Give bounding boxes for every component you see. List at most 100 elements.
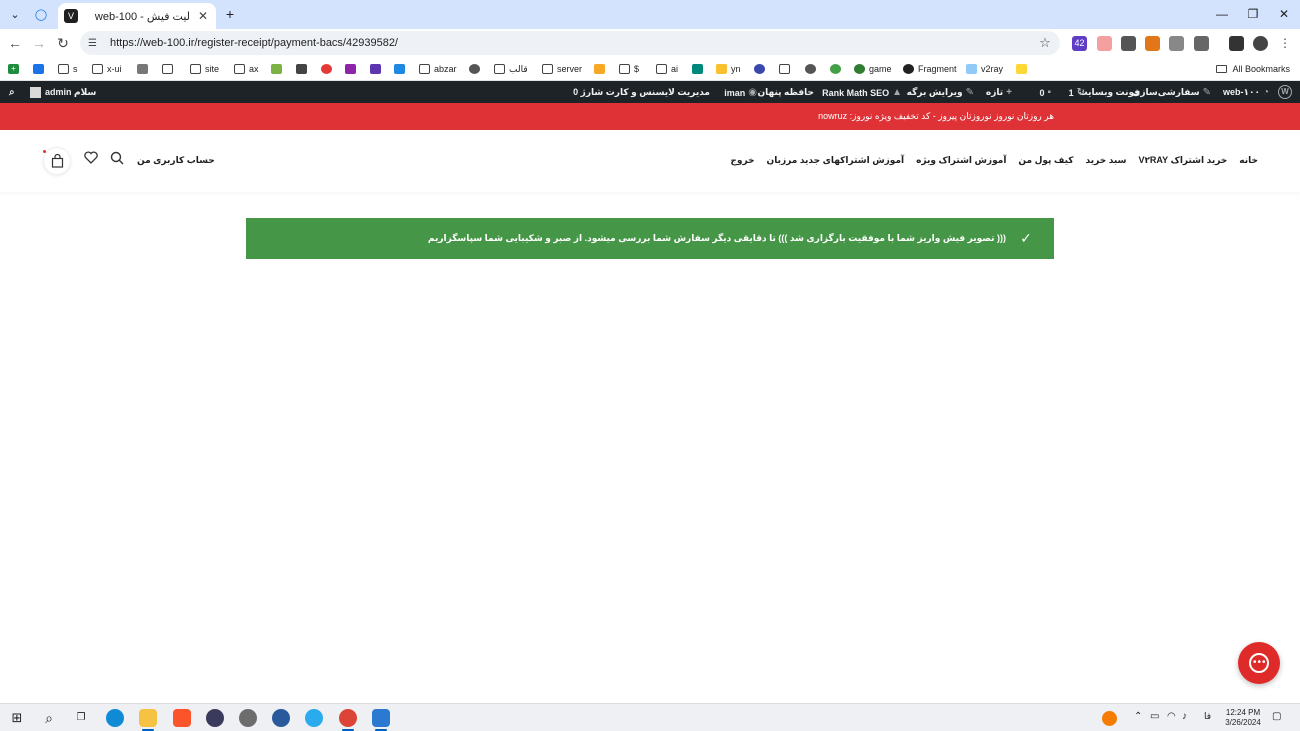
my-account-link[interactable]: حساب کاربری من [137, 155, 215, 166]
minimize-icon[interactable]: — [1212, 5, 1232, 23]
address-bar[interactable]: ☰ https://web-100.ir/register-receipt/pa… [80, 31, 1060, 55]
bookmark-pin-icon[interactable] [33, 62, 48, 76]
search-icon[interactable] [108, 151, 126, 169]
admin-site-name[interactable]: ◔ web-۱۰۰ [1223, 86, 1272, 99]
profile-avatar-icon[interactable] [1253, 36, 1268, 51]
cart-button[interactable] [43, 147, 71, 175]
bookmark-folder-xui[interactable]: x-ui [92, 62, 122, 76]
edge-icon[interactable] [106, 709, 124, 727]
bookmark-folder-abzar[interactable]: abzar [419, 62, 457, 76]
menu-dots-icon[interactable]: ⋮ [1276, 34, 1294, 52]
tray-volume-icon[interactable]: ♪ [1182, 711, 1187, 722]
bookmark-teal-icon[interactable] [692, 62, 707, 76]
bookmark-folder-s[interactable]: s [58, 62, 78, 76]
bookmark-folder-empty[interactable] [162, 62, 177, 76]
nav-home[interactable]: خانه [1239, 155, 1258, 166]
extension-badge-icon[interactable]: 42 [1072, 36, 1087, 51]
bookmark-fragment[interactable]: Fragment [903, 62, 957, 76]
admin-cache[interactable]: حافظه پنهان [757, 86, 814, 99]
nav-wallet[interactable]: کیف پول من [1018, 155, 1073, 166]
bookmark-yn[interactable]: yn [716, 62, 741, 76]
extension-notes-icon[interactable] [1097, 36, 1112, 51]
admin-updates[interactable]: ↻ 1 [1069, 86, 1088, 99]
bookmark-v2ray[interactable]: v2ray [966, 62, 1003, 76]
tray-wifi-icon[interactable]: ◠ [1167, 711, 1176, 722]
bookmark-folder-site[interactable]: site [190, 62, 219, 76]
extensions-puzzle-icon[interactable] [1194, 36, 1209, 51]
forward-arrow-icon[interactable]: → [30, 34, 48, 52]
admin-license[interactable]: مدیریت لایسنس و کارت شارژ 0 [573, 86, 710, 99]
bookmark-folder-server[interactable]: server [542, 62, 582, 76]
browser-tab-active[interactable]: V لیت فیش - web-100 ✕ [58, 3, 216, 29]
bookmark-blue-icon[interactable] [394, 62, 409, 76]
wordpress-logo-icon[interactable]: W [1278, 85, 1292, 99]
wishlist-heart-icon[interactable] [82, 151, 100, 169]
v2ray-icon[interactable] [272, 709, 290, 727]
tab-close-icon[interactable]: ✕ [196, 9, 210, 23]
bookmark-folder-ghaleb[interactable]: قالب [494, 62, 528, 76]
extension-pen-icon[interactable] [1121, 36, 1136, 51]
metamask-icon[interactable] [1145, 36, 1160, 51]
whatsapp-icon[interactable] [239, 709, 257, 727]
nav-special-tutorial[interactable]: آموزش اشتراک ویژه [916, 155, 1006, 166]
close-window-icon[interactable]: ✕ [1274, 5, 1294, 23]
bookmark-sheets-icon[interactable]: + [8, 62, 23, 76]
notifications-icon[interactable]: ▢ [1272, 711, 1281, 722]
bookmark-circle-icon[interactable] [754, 62, 769, 76]
admin-rank-math[interactable]: ▲ Rank Math SEO [822, 86, 905, 99]
tray-chevron-up-icon[interactable]: ⌃ [1134, 711, 1142, 722]
bookmark-purple-icon[interactable] [345, 62, 360, 76]
tray-notification-icon[interactable] [1102, 711, 1117, 726]
nav-logout[interactable]: خروج [730, 155, 754, 166]
reload-icon[interactable]: ↻ [54, 34, 72, 52]
bookmark-dark-icon[interactable] [296, 62, 311, 76]
bookmark-folder-ai[interactable]: ai [656, 62, 678, 76]
file-explorer-icon[interactable] [139, 709, 157, 727]
telegram-icon[interactable] [305, 709, 323, 727]
bookmark-globe-icon[interactable] [469, 62, 484, 76]
bookmark-gear-icon[interactable] [830, 62, 845, 76]
bookmark-game[interactable]: game [854, 62, 892, 76]
nav-marzban-tutorial[interactable]: آموزش اشتراکهای جدید مرزبان [767, 155, 905, 166]
bookmark-python-icon[interactable] [1016, 62, 1031, 76]
bookmark-red-icon[interactable] [321, 62, 336, 76]
admin-customize[interactable]: ✎ سفارشی‌سازی [1132, 86, 1214, 99]
admin-search-icon[interactable]: ⌕ [6, 86, 18, 99]
side-panel-icon[interactable] [1229, 36, 1244, 51]
start-windows-icon[interactable]: ⊞ [8, 709, 26, 727]
chrome-icon[interactable] [339, 709, 357, 727]
pinned-tab-icon[interactable]: ◯ [30, 4, 52, 24]
restore-icon[interactable]: ❐ [1243, 5, 1263, 23]
bookmark-yellow-icon[interactable] [594, 62, 609, 76]
site-info-icon[interactable]: ☰ [88, 38, 102, 49]
taskbar-clock[interactable]: 12:24 PM 3/26/2024 [1218, 708, 1268, 728]
task-view-icon[interactable]: ❐ [72, 709, 90, 727]
admin-new[interactable]: + تازه [986, 86, 1015, 99]
admin-greeting[interactable]: سلام admin [26, 86, 96, 99]
nav-cart[interactable]: سبد خرید [1086, 155, 1127, 166]
obs-icon[interactable] [206, 709, 224, 727]
brave-icon[interactable] [173, 709, 191, 727]
bookmark-chrome-icon[interactable] [805, 62, 820, 76]
taskbar-search-icon[interactable]: ⌕ [40, 709, 58, 727]
tray-language[interactable]: فا [1204, 711, 1211, 722]
admin-user-iman[interactable]: ◉ iman [724, 86, 760, 99]
bookmark-star-icon[interactable]: ☆ [1038, 35, 1052, 51]
bookmark-green-icon[interactable] [271, 62, 286, 76]
bookmark-shield-icon[interactable] [370, 62, 385, 76]
new-tab-plus-icon[interactable]: + [219, 4, 241, 24]
all-bookmarks-button[interactable]: All Bookmarks [1216, 62, 1290, 76]
admin-comments[interactable]: ▪ 0 [1039, 86, 1054, 99]
nav-buy-v2ray[interactable]: خرید اشتراک V۲RAY [1138, 155, 1227, 166]
tray-battery-icon[interactable]: ▭ [1150, 711, 1159, 722]
tab-search-chevron-icon[interactable]: ⌄ [4, 4, 26, 24]
chat-widget-button[interactable]: ••• [1238, 642, 1280, 684]
image-app-icon[interactable] [372, 709, 390, 727]
bookmark-folder-ax[interactable]: ax [234, 62, 259, 76]
extension-move-icon[interactable] [1169, 36, 1184, 51]
back-arrow-icon[interactable]: ← [6, 34, 24, 52]
admin-edit-page[interactable]: ✎ ویرایش برگه [907, 86, 977, 99]
bookmark-x-icon[interactable] [137, 62, 152, 76]
bookmark-folder-empty-2[interactable] [779, 62, 794, 76]
bookmark-folder-dollar[interactable]: $ [619, 62, 639, 76]
